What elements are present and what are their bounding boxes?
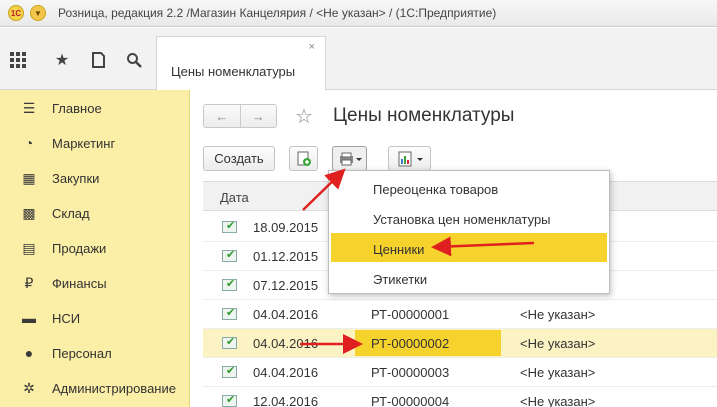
arrow-to-price-tags <box>431 236 535 257</box>
arrow-to-print-button <box>302 168 346 211</box>
annotation-arrows <box>300 168 535 354</box>
